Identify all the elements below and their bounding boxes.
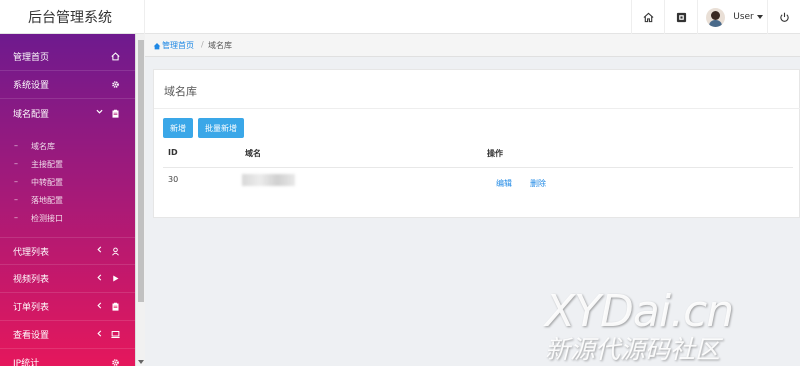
column-header-actions: 操作	[487, 149, 503, 158]
power-icon	[779, 12, 789, 22]
home-icon	[643, 12, 653, 22]
dash-icon: –	[14, 177, 18, 186]
divider	[154, 108, 800, 109]
column-header-id: ID	[168, 148, 178, 157]
avatar	[706, 7, 726, 27]
home-icon	[111, 52, 120, 61]
header-actions: User	[631, 0, 800, 34]
sidebar-item-agent-list[interactable]: 代理列表	[0, 237, 135, 265]
sidebar-subitem-label: 检测接口	[31, 214, 63, 223]
sidebar-subitem-label: 主接配置	[31, 160, 63, 169]
sidebar-scrollbar[interactable]	[135, 34, 145, 366]
breadcrumb-separator: /	[201, 40, 204, 49]
dash-icon: –	[14, 213, 18, 222]
fullscreen-icon	[676, 12, 686, 22]
sidebar-subitem-label: 中转配置	[31, 178, 63, 187]
column-header-domain: 域名	[245, 149, 261, 158]
top-header: 后台管理系统 User	[0, 0, 800, 34]
sidebar-subitem-relay-config[interactable]: – 中转配置	[0, 173, 135, 191]
brand: 后台管理系统	[0, 0, 145, 34]
scrollbar-thumb[interactable]	[138, 40, 144, 302]
domain-library-panel: 域名库 新增 批量新增 ID 域名 操作 30 编辑 删除	[153, 69, 800, 218]
home-icon	[153, 42, 161, 49]
sidebar-item-label: 域名配置	[13, 109, 50, 120]
clipboard-icon	[111, 302, 120, 311]
chevron-left-icon	[96, 246, 103, 256]
sidebar-item-label: 系统设置	[13, 81, 50, 91]
sidebar-item-label: IP统计	[13, 359, 40, 366]
sidebar-item-home[interactable]: 管理首页	[0, 43, 135, 71]
sidebar-item-label: 订单列表	[13, 303, 50, 313]
dash-icon: –	[14, 141, 18, 150]
gear-icon	[111, 80, 120, 89]
watermark-subtitle: 新源代源码社区	[545, 335, 721, 364]
fullscreen-button[interactable]	[664, 0, 697, 34]
gear-icon	[111, 358, 120, 366]
monitor-icon	[111, 330, 120, 339]
sidebar-subitem-main-config[interactable]: – 主接配置	[0, 155, 135, 173]
logout-button[interactable]	[767, 0, 800, 34]
sidebar-item-label: 视频列表	[13, 275, 50, 285]
chevron-left-icon	[96, 329, 103, 340]
add-button[interactable]: 新增	[163, 118, 193, 138]
cell-id: 30	[168, 175, 179, 184]
home-button[interactable]	[631, 0, 664, 34]
user-name: User	[733, 12, 754, 22]
sidebar-item-ip-stats[interactable]: IP统计	[0, 349, 135, 366]
sidebar-item-order-list[interactable]: 订单列表	[0, 293, 135, 321]
sidebar: 管理首页 系统设置 域名配置 – 域名库 – 主接配置 – 中转配置 – 落地配…	[0, 34, 135, 366]
edit-link[interactable]: 编辑	[496, 178, 512, 189]
sidebar-subitem-label: 域名库	[31, 142, 55, 151]
sidebar-item-system-settings[interactable]: 系统设置	[0, 71, 135, 99]
delete-link[interactable]: 删除	[530, 178, 546, 189]
sidebar-subitem-check-api[interactable]: – 检测接口	[0, 209, 135, 227]
scroll-down-arrow-icon[interactable]	[138, 360, 144, 364]
play-icon	[111, 274, 120, 283]
sidebar-item-view-settings[interactable]: 查看设置	[0, 321, 135, 349]
breadcrumb-current: 域名库	[208, 41, 232, 50]
clipboard-icon	[111, 109, 120, 118]
panel-title: 域名库	[164, 85, 197, 98]
user-icon	[111, 247, 120, 256]
sidebar-subitem-label: 落地配置	[31, 196, 63, 205]
table-header-divider	[163, 167, 793, 168]
dash-icon: –	[14, 195, 18, 204]
cell-domain-blurred	[242, 174, 295, 186]
dash-icon: –	[14, 159, 18, 168]
app-title: 后台管理系统	[28, 10, 112, 26]
sidebar-item-domain-config[interactable]: 域名配置	[0, 99, 135, 127]
chevron-left-icon	[96, 273, 103, 284]
chevron-left-icon	[96, 301, 103, 312]
user-menu[interactable]: User	[697, 0, 767, 34]
breadcrumb: 管理首页 / 域名库	[145, 34, 800, 57]
caret-down-icon	[756, 15, 763, 19]
sidebar-item-label: 查看设置	[13, 331, 50, 341]
chevron-down-icon	[96, 108, 103, 118]
sidebar-item-label: 代理列表	[13, 247, 50, 258]
sidebar-subitem-domain-library[interactable]: – 域名库	[0, 137, 135, 155]
sidebar-item-label: 管理首页	[13, 53, 50, 63]
breadcrumb-home-label: 管理首页	[162, 41, 194, 50]
breadcrumb-home-link[interactable]: 管理首页	[153, 40, 194, 51]
sidebar-subitem-landing-config[interactable]: – 落地配置	[0, 191, 135, 209]
batch-add-button[interactable]: 批量新增	[198, 118, 244, 138]
sidebar-item-video-list[interactable]: 视频列表	[0, 265, 135, 293]
